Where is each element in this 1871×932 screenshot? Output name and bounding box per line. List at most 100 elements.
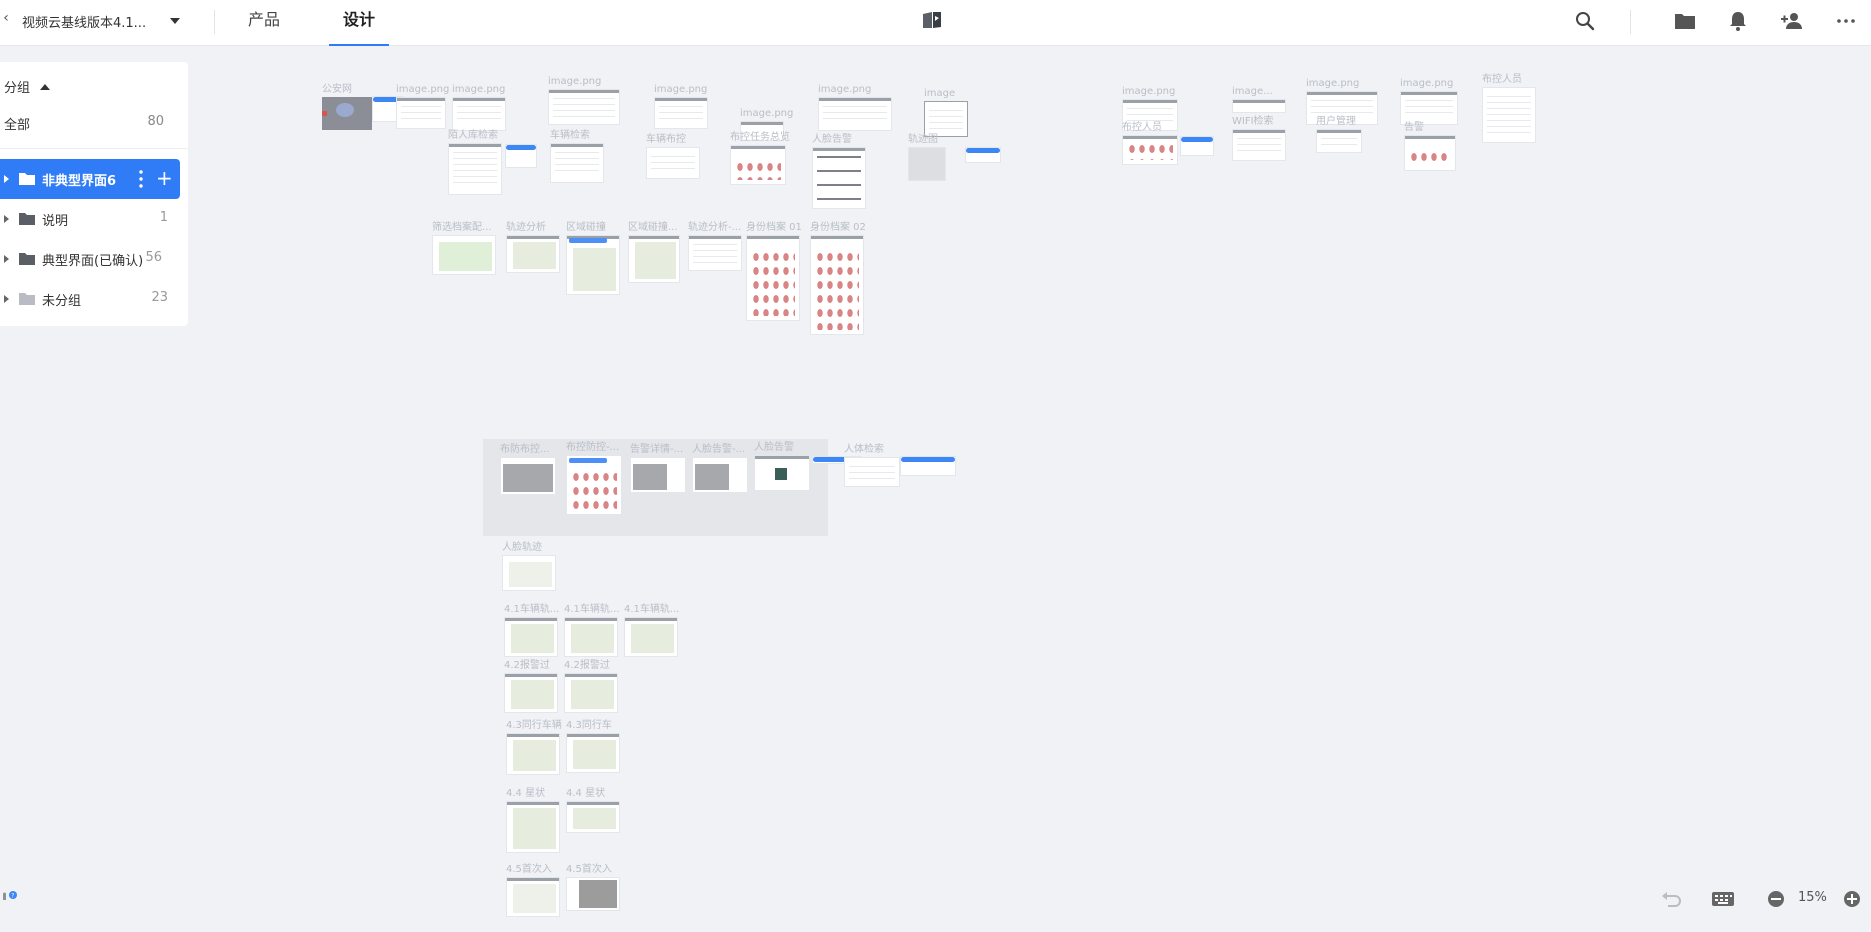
artboard-thumb [504,617,558,657]
artboard-label: 布控人员 [1482,74,1522,85]
artboard-thumb [1316,129,1362,153]
expand-arrow-icon[interactable] [4,215,9,223]
divider [0,148,188,149]
artboard-thumb [1122,135,1178,165]
artboard-label: 身份档案 02 [810,222,866,233]
artboard-label: 身份档案 01 [746,222,802,233]
folder-icon [19,293,35,305]
artboard-thumb [566,877,620,911]
top-bar: ‹ 视频云基线版本4.1... 产品 设计 [0,0,1871,46]
zoom-out-icon[interactable] [1766,888,1786,910]
artboard-label: 布控人员 [1122,122,1162,133]
artboard-label: 4.5首次入 [566,864,612,875]
artboard-thumb [1482,87,1536,143]
group-item-label: 未分组 [42,294,82,309]
folder-icon [19,173,35,185]
artboard-thumb [746,235,800,321]
artboard-thumb [322,97,372,130]
group-item-label: 说明 [42,214,69,229]
keyboard-icon[interactable] [1710,888,1736,910]
group-item-count: 56 [145,250,162,265]
artboard-label: 4.2报警过 [504,660,550,671]
more-vertical-icon[interactable] [134,167,148,191]
artboard-label: 车辆检索 [550,130,590,141]
undo-icon[interactable] [1660,888,1684,910]
folder-icon [19,213,35,225]
artboard-label: 布控任务总览 [730,132,790,143]
artboard-thumb [500,457,556,495]
artboard-label: 人脸轨迹 [502,542,542,553]
artboard-label: 用户管理 [1316,116,1356,127]
artboard-label: 陌人库检索 [448,130,498,141]
artboard-thumb [566,455,622,515]
comment-popup[interactable] [965,147,1001,163]
zoom-in-icon[interactable] [1842,888,1862,910]
help-icon[interactable]: ? [0,890,18,908]
chevron-up-icon[interactable] [40,84,51,90]
tab-product[interactable]: 产品 [238,0,290,46]
group-item-typical[interactable]: 典型界面(已确认) 56 [0,239,180,279]
artboard-thumb [448,143,502,195]
zoom-level: 15% [1798,890,1827,905]
artboard-label: 4.2报警过 [564,660,610,671]
artboard-thumb [1232,99,1286,113]
artboard-label: image.png [1122,86,1176,97]
more-icon[interactable] [1834,9,1858,33]
comment-popup[interactable] [900,456,956,476]
artboard-label: 车辆布控 [646,134,686,145]
artboard-label: image.png [740,108,794,119]
artboard-label: image.png [818,84,872,95]
artboard-label: image.png [654,84,708,95]
group-item-label: 非典型界面6 [42,174,117,189]
expand-arrow-icon[interactable] [4,175,9,183]
group-all[interactable]: 全部 80 [4,114,164,133]
app-logo-icon [923,12,941,28]
artboard-label: 4.3同行车 [566,720,612,731]
expand-arrow-icon[interactable] [4,255,9,263]
project-title[interactable]: 视频云基线版本4.1... [22,12,146,31]
artboard-label: 4.3同行车辆 [506,720,562,731]
artboard-label: 区域碰撞... [628,222,678,233]
artboard-label: image.png [1400,78,1454,89]
group-panel: 分组 全部 80 非典型界面6 + 说明 1 典型界面(已确认) 56 未分组 … [0,62,188,326]
artboard-label: 筛选档案配... [432,222,492,233]
chevron-down-icon[interactable] [170,18,180,24]
folder-icon[interactable] [1673,9,1697,33]
artboard-thumb [688,235,742,271]
tab-design[interactable]: 设计 [329,0,389,46]
artboard-thumb [654,97,708,129]
design-canvas[interactable]: 公安网 image.png image.png image.png image.… [0,46,1871,932]
artboard-thumb [818,97,892,131]
artboard-thumb [566,801,620,833]
artboard-thumb [566,235,620,295]
search-icon[interactable] [1573,9,1597,33]
group-item-atypical[interactable]: 非典型界面6 + [0,159,180,199]
group-item-ungrouped[interactable]: 未分组 23 [0,279,180,319]
artboard-label: image.png [548,76,602,87]
artboard-thumb [624,617,678,657]
artboard-label: image.png [1306,78,1360,89]
artboard-thumb [452,97,506,131]
comment-popup[interactable] [505,144,537,168]
artboard-label: 4.1车辆轨... [504,604,560,615]
artboard-label: 人脸告警 [812,134,852,145]
bell-icon[interactable] [1726,9,1750,33]
group-item-count: 1 [159,210,168,225]
artboard-thumb [754,455,810,491]
group-header[interactable]: 分组 [4,77,51,96]
artboard-thumb [1232,129,1286,161]
artboard-thumb [646,147,700,179]
artboard-label: 轨迹分析-... [688,222,742,233]
add-icon[interactable]: + [156,168,173,189]
add-user-icon[interactable] [1780,9,1804,33]
artboard-thumb [432,235,496,275]
back-icon[interactable]: ‹ [0,10,12,26]
artboard-label: 4.5首次入 [506,864,552,875]
comment-popup[interactable] [1180,136,1214,156]
group-item-notes[interactable]: 说明 1 [0,199,180,239]
artboard-thumb [924,101,968,137]
artboard-thumb [692,457,748,493]
group-header-label: 分组 [4,81,31,96]
artboard-label: WIFI检索 [1232,116,1274,127]
expand-arrow-icon[interactable] [4,295,9,303]
